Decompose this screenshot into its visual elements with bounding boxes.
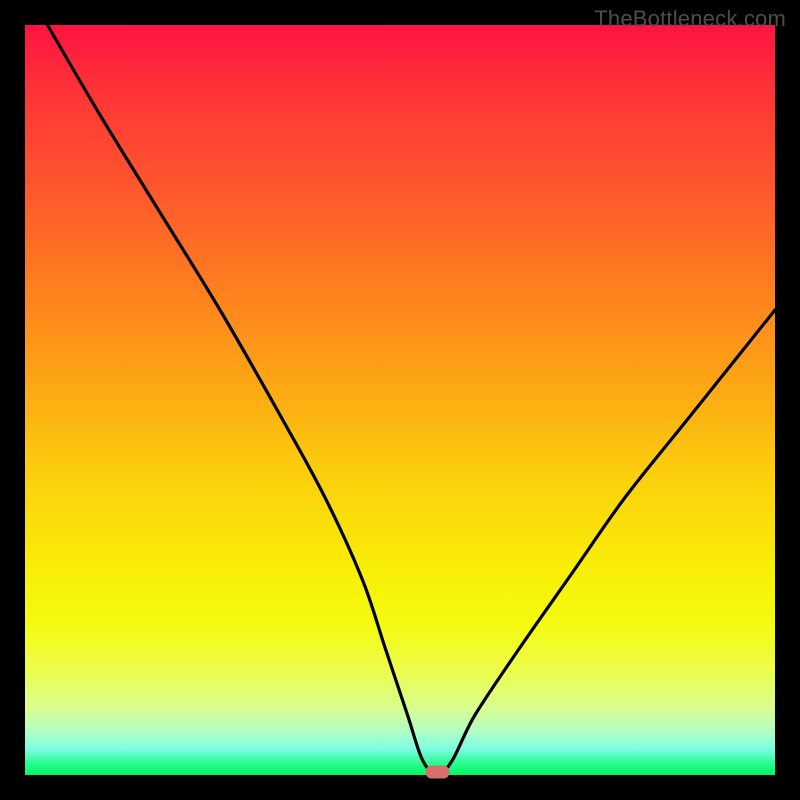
plot-area	[25, 25, 775, 775]
minimum-marker	[426, 766, 450, 779]
bottleneck-curve	[48, 25, 776, 775]
chart-frame: TheBottleneck.com	[0, 0, 800, 800]
watermark-text: TheBottleneck.com	[594, 6, 786, 32]
curve-svg	[25, 25, 775, 775]
